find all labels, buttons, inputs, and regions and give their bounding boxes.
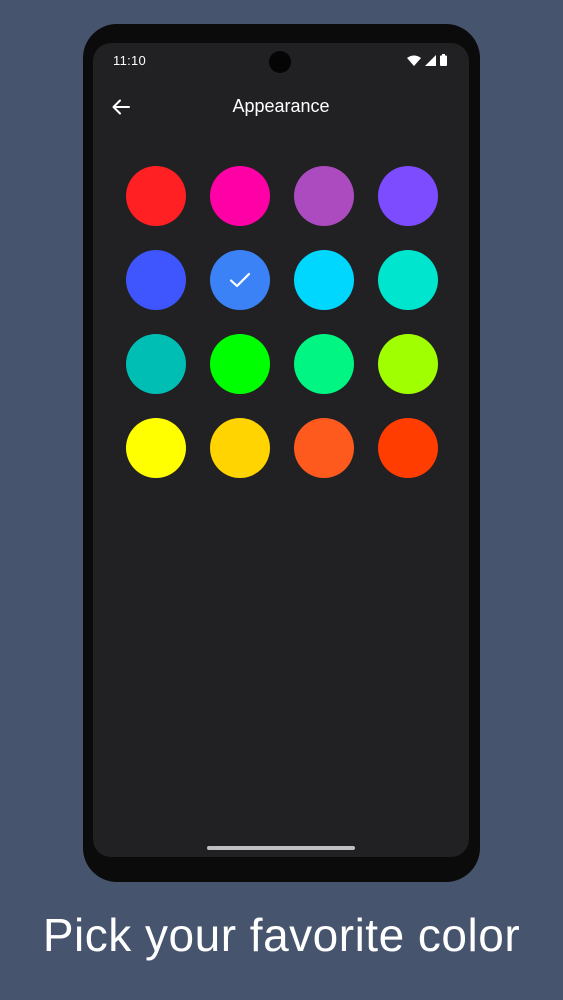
color-swatch[interactable] (126, 418, 186, 478)
battery-icon (440, 54, 447, 66)
color-swatch[interactable] (294, 166, 354, 226)
status-bar: 11:10 (93, 43, 469, 79)
status-time: 11:10 (113, 53, 147, 68)
page-title: Appearance (232, 96, 330, 116)
color-swatch-grid (126, 166, 438, 478)
signal-icon (425, 54, 436, 66)
app-bar: Appearance (93, 87, 469, 127)
color-swatch[interactable] (210, 418, 270, 478)
status-icons (407, 54, 447, 66)
color-swatch[interactable] (210, 250, 270, 310)
color-swatch[interactable] (210, 166, 270, 226)
color-swatch[interactable] (378, 250, 438, 310)
camera-cutout (269, 51, 291, 73)
color-swatch[interactable] (294, 418, 354, 478)
phone-screen: 11:10 Appearance (93, 43, 469, 857)
color-swatch[interactable] (126, 166, 186, 226)
color-swatch[interactable] (378, 166, 438, 226)
wifi-icon (407, 55, 421, 66)
color-swatch[interactable] (294, 250, 354, 310)
color-swatch[interactable] (294, 334, 354, 394)
check-icon (229, 272, 251, 288)
color-swatch[interactable] (378, 334, 438, 394)
color-swatch[interactable] (126, 334, 186, 394)
color-swatch[interactable] (378, 418, 438, 478)
color-swatch[interactable] (126, 250, 186, 310)
color-swatch[interactable] (210, 334, 270, 394)
promo-caption: Pick your favorite color (42, 909, 521, 961)
home-indicator[interactable] (207, 846, 355, 850)
